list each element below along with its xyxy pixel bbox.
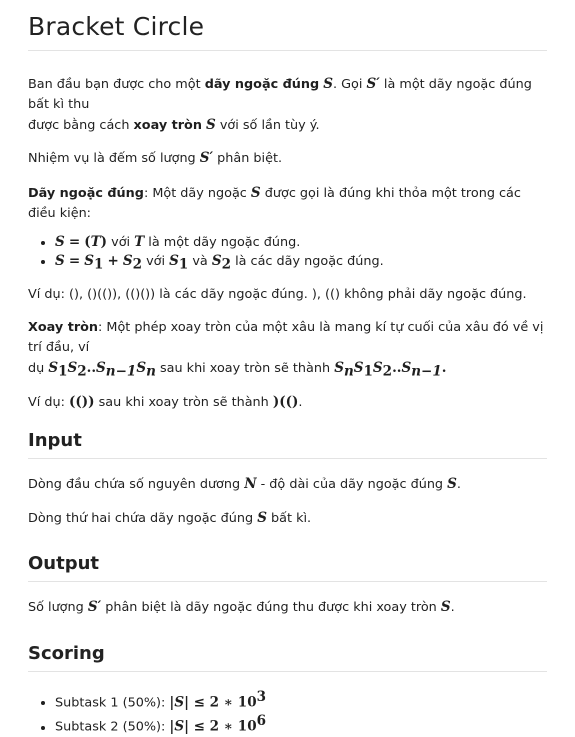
intro-bold-term: dãy ngoặc đúng <box>204 77 320 92</box>
example-text: là các dãy ngoặc đúng. <box>155 286 312 302</box>
math-S-prime: S′ <box>366 76 380 92</box>
subtask-item-2: Subtask 2 (50%): |S| ≤ 2 ∗ 106 <box>55 712 547 736</box>
task-text-2: phân biệt. <box>217 151 283 166</box>
output-line: Số lượng S′ phân biệt là dãy ngoặc đúng … <box>28 599 455 616</box>
rotation-term: Xoay tròn <box>28 319 99 335</box>
intro-text-2: Gọi <box>341 77 363 92</box>
rotation-paragraph: Xoay tròn: Một phép xoay tròn của một xâ… <box>28 319 544 380</box>
condition-item-2: S = S1 + S2 với S1 và S2 là các dãy ngoặ… <box>55 252 547 275</box>
definition-paragraph: Dãy ngoặc đúng: Một dãy ngoặc S được gọi… <box>28 183 547 224</box>
example-paragraph-2: Ví dụ: (()) sau khi xoay tròn sẽ thành )… <box>28 394 303 411</box>
math-S-prime: S′ <box>199 150 214 166</box>
condition-item-1: S = (T) với T là một dãy ngoặc đúng. <box>55 233 547 252</box>
math-S: S <box>206 117 216 133</box>
example-invalid-sequences: ), (() <box>311 286 341 302</box>
task-paragraph: Nhiệm vụ là đếm số lượng S′ phân biệt. <box>28 148 547 169</box>
example-label: Ví dụ: <box>28 286 69 302</box>
intro-paragraph: Ban đầu bạn được cho một dãy ngoặc đúng … <box>28 76 532 133</box>
intro-bold-rotate: xoay tròn <box>133 118 202 133</box>
rotation-text-3: sau khi xoay tròn sẽ thành <box>159 360 331 376</box>
output-heading: Output <box>28 553 547 583</box>
intro-text: Ban đầu bạn được cho một <box>28 77 205 92</box>
problem-statement: Bracket Circle Ban đầu bạn được cho một … <box>0 0 547 737</box>
definition-term: Dãy ngoặc đúng <box>28 186 144 201</box>
scoring-heading: Scoring <box>28 643 547 673</box>
rotation-text-2: dụ <box>28 360 45 376</box>
example-after: )(() <box>272 394 299 411</box>
example-text-2: không phải dãy ngoặc đúng. <box>340 286 527 302</box>
intro-text-4: được bằng cách <box>28 118 134 133</box>
input-heading: Input <box>28 430 547 460</box>
example-before: (()) <box>69 394 95 411</box>
page-title: Bracket Circle <box>28 12 547 51</box>
intro-text-5: với số lần tùy ý. <box>219 118 320 133</box>
example-label-2: Ví dụ: <box>28 395 69 411</box>
condition-list: S = (T) với T là một dãy ngoặc đúng. S =… <box>28 233 547 275</box>
task-text: Nhiệm vụ là đếm số lượng <box>28 151 196 166</box>
example-text-3: sau khi xoay tròn sẽ thành <box>94 395 273 411</box>
definition-text: : Một dãy ngoặc <box>143 186 247 201</box>
rotation-text: : Một phép xoay tròn của một xâu là mang… <box>28 319 544 355</box>
subtask-item-1: Subtask 1 (50%): |S| ≤ 2 ∗ 103 <box>55 688 547 712</box>
math-S: S <box>250 185 261 201</box>
example-valid-sequences: (), ()(()), (()()) <box>69 286 156 302</box>
subtask-list: Subtask 1 (50%): |S| ≤ 2 ∗ 103 Subtask 2… <box>28 688 547 737</box>
math-S: S <box>323 76 333 92</box>
input-line-2: Dòng thứ hai chứa dãy ngoặc đúng S bất k… <box>28 510 312 527</box>
example-paragraph-1: Ví dụ: (), ()(()), (()()) là các dãy ngo… <box>28 285 547 305</box>
input-line-1: Dòng đầu chứa số nguyên dương N - độ dài… <box>28 476 461 493</box>
